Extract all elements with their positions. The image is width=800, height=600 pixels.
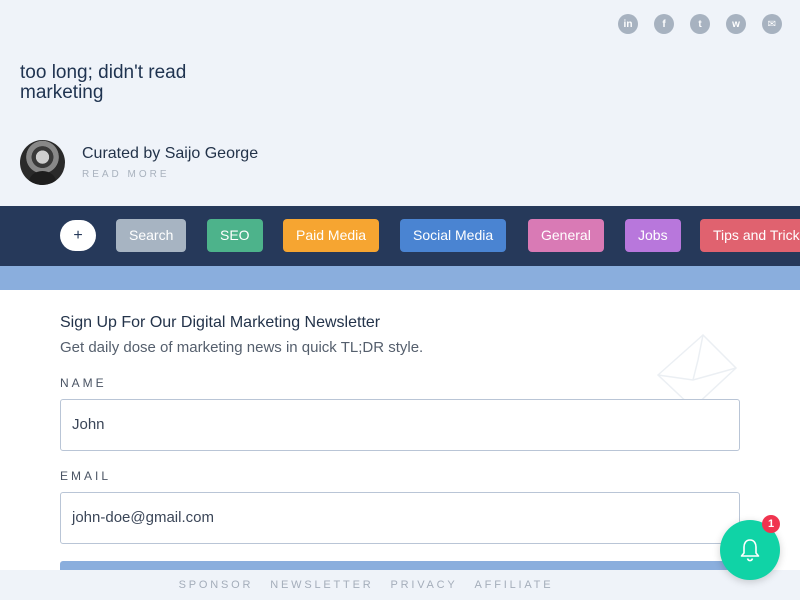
linkedin-icon[interactable]: in [618, 14, 638, 34]
twitter-icon[interactable]: t [690, 14, 710, 34]
footer-link-affiliate[interactable]: AFFILIATE [475, 579, 554, 591]
notification-count-badge: 1 [762, 515, 780, 533]
newsletter-title: Sign Up For Our Digital Marketing Newsle… [60, 314, 381, 331]
envelope-watermark-icon [656, 333, 738, 410]
curator-name: Curated by Saijo George [82, 145, 259, 162]
email-field[interactable]: john-doe@gmail.com [60, 492, 740, 544]
newsletter-section: Sign Up For Our Digital Marketing Newsle… [0, 290, 800, 573]
site-title[interactable]: too long; didn't read marketing [20, 63, 250, 103]
facebook-icon[interactable]: f [654, 14, 674, 34]
email-label: EMAIL [60, 469, 112, 483]
avatar [20, 140, 65, 185]
footer-link-newsletter[interactable]: NEWSLETTER [270, 579, 373, 591]
footer-link-privacy[interactable]: PRIVACY [390, 579, 457, 591]
category-bar: + Search SEO Paid Media Social Media Gen… [0, 206, 800, 266]
social-links: in f t w ✉ [618, 14, 782, 34]
read-more-link[interactable]: READ MORE [82, 169, 258, 180]
category-jobs[interactable]: Jobs [625, 219, 681, 252]
category-paid-media[interactable]: Paid Media [283, 219, 380, 252]
email-icon[interactable]: ✉ [762, 14, 782, 34]
footer-link-sponsor[interactable]: SPONSOR [179, 579, 254, 591]
category-tips-and-tricks[interactable]: Tips and Tricks [700, 219, 800, 252]
category-general[interactable]: General [528, 219, 604, 252]
accent-stripe [0, 266, 800, 290]
footer-nav: SPONSOR NEWSLETTER PRIVACY AFFILIATE [0, 570, 800, 600]
name-field[interactable]: John [60, 399, 740, 451]
site-header: in f t w ✉ too long; didn't read marketi… [0, 0, 800, 206]
whatsapp-icon[interactable]: w [726, 14, 746, 34]
newsletter-subtitle: Get daily dose of marketing news in quic… [60, 339, 424, 356]
curator-block: Curated by Saijo George READ MORE [20, 140, 258, 185]
bell-icon [740, 539, 760, 562]
category-social-media[interactable]: Social Media [400, 219, 507, 252]
category-search[interactable]: Search [116, 219, 187, 252]
add-category-button[interactable]: + [60, 220, 96, 251]
name-label: NAME [60, 376, 107, 390]
category-seo[interactable]: SEO [207, 219, 263, 252]
